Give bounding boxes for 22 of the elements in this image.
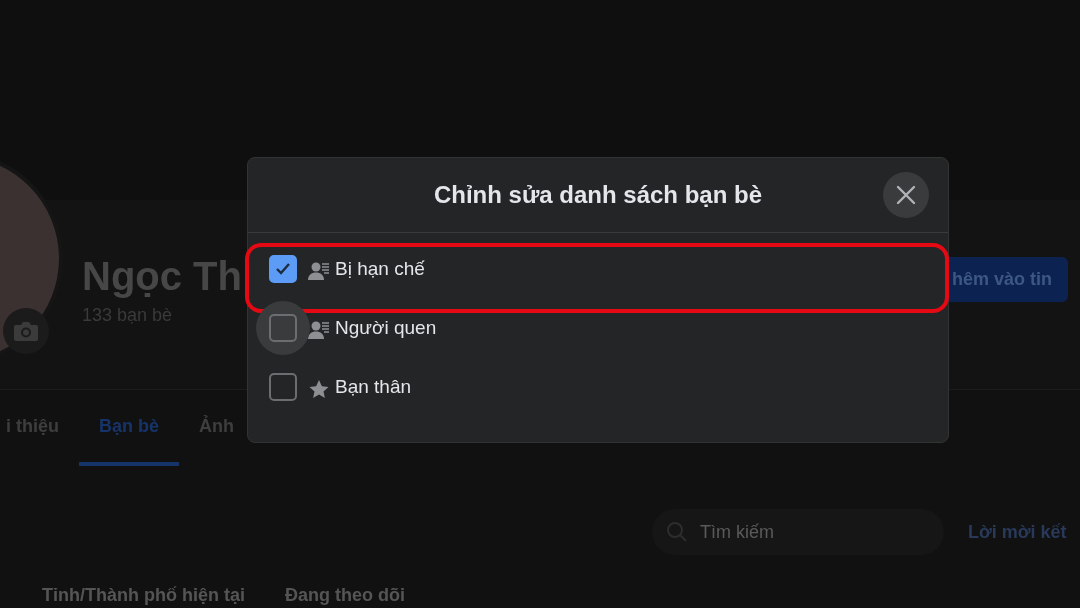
person-list-icon	[308, 260, 330, 281]
search-icon	[666, 521, 688, 543]
friend-list-label: Bạn thân	[335, 375, 412, 398]
friend-list-row[interactable]: Bạn thân	[248, 357, 948, 416]
close-button[interactable]	[883, 172, 929, 218]
profile-tab[interactable]: Bạn bè	[79, 390, 179, 466]
dialog-title: Chỉnh sửa danh sách bạn bè	[433, 181, 763, 209]
checkbox[interactable]	[269, 372, 297, 401]
friend-list-label: Người quen	[335, 316, 437, 339]
friend-list-label: Bị hạn chế	[335, 257, 425, 280]
filter-tab[interactable]: Tỉnh/Thành phố hiện tại	[42, 585, 245, 606]
camera-icon	[13, 320, 39, 342]
star-icon	[308, 378, 330, 399]
filter-tab[interactable]: Đang theo dõi	[285, 585, 405, 606]
search-field[interactable]: Tìm kiếm	[698, 520, 902, 544]
search-bar[interactable]: Tìm kiếm	[652, 509, 944, 555]
friend-requests-link[interactable]: Lời mời kết	[968, 521, 1067, 543]
checkbox[interactable]	[269, 313, 297, 342]
close-icon	[896, 185, 916, 205]
checkmark-icon	[275, 261, 291, 276]
checkbox[interactable]	[269, 254, 297, 283]
person-list-icon	[308, 319, 330, 340]
